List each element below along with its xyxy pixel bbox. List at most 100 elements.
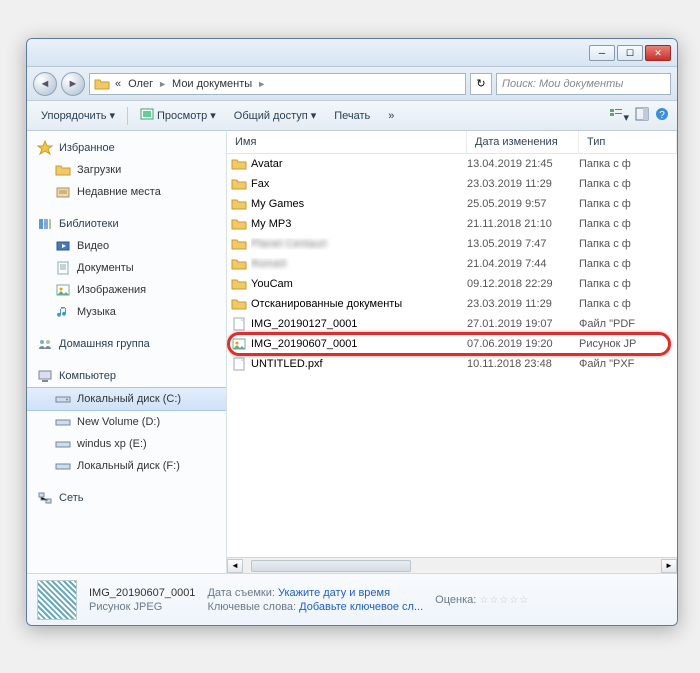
address-bar[interactable]: « Олег ► Мои документы ► [89,73,466,95]
file-name: YouCam [251,278,467,290]
file-type: Папка с ф [579,178,677,190]
preview-button[interactable]: Просмотр▾ [134,104,222,127]
file-date: 10.11.2018 23:48 [467,358,579,370]
details-date-label: Дата съемки: [207,587,274,599]
breadcrumb-part[interactable]: Мои документы [170,78,254,90]
sidebar-item-pictures[interactable]: Изображения [27,279,226,301]
column-name[interactable]: Имя [227,131,467,153]
breadcrumb-part[interactable]: Олег [126,78,155,90]
documents-icon [55,260,71,276]
file-name: IMG_20190607_0001 [251,338,467,350]
sidebar-item-documents[interactable]: Документы [27,257,226,279]
file-type: Папка с ф [579,278,677,290]
file-date: 23.03.2019 11:29 [467,178,579,190]
scroll-right-button[interactable]: ► [661,559,677,573]
file-pane: Имя Дата изменения Тип Avatar13.04.2019 … [227,131,677,573]
file-row[interactable]: RomeII21.04.2019 7:44Папка с ф [227,254,677,274]
column-date[interactable]: Дата изменения [467,131,579,153]
scroll-left-button[interactable]: ◄ [227,559,243,573]
star-icon [37,140,53,156]
search-input[interactable]: Поиск: Мои документы [496,73,671,95]
file-type: Файл "PXF [579,358,677,370]
drive-icon [55,458,71,474]
file-name: Отсканированные документы [251,298,467,310]
view-options-button[interactable]: ▾ [609,107,629,124]
separator [127,107,128,125]
sidebar-item-videos[interactable]: Видео [27,235,226,257]
file-row[interactable]: My MP321.11.2018 21:10Папка с ф [227,214,677,234]
file-name: RomeII [251,258,467,270]
more-button[interactable]: » [382,107,400,125]
maximize-button[interactable]: ☐ [617,45,643,61]
drive-icon [55,391,71,407]
file-type: Папка с ф [579,218,677,230]
file-type: Рисунок JP [579,338,677,350]
back-button[interactable]: ◄ [33,72,57,96]
chevron-right-icon: ► [158,79,167,89]
preview-pane-button[interactable] [635,107,649,124]
details-keywords-value[interactable]: Добавьте ключевое сл... [299,601,423,613]
sidebar-item-downloads[interactable]: Загрузки [27,159,226,181]
sidebar-item-recent[interactable]: Недавние места [27,181,226,203]
details-rating-value[interactable]: ☆☆☆☆☆ [479,595,529,606]
file-type: Папка с ф [579,298,677,310]
sidebar-favorites[interactable]: Избранное [27,137,226,159]
help-button[interactable]: ? [655,107,669,124]
file-type: Папка с ф [579,158,677,170]
forward-button[interactable]: ► [61,72,85,96]
print-button[interactable]: Печать [328,107,376,125]
file-row[interactable]: IMG_20190607_000107.06.2019 19:20Рисунок… [227,334,677,354]
sidebar: Избранное Загрузки Недавние места Библио… [27,131,227,573]
close-button[interactable]: ✕ [645,45,671,61]
sidebar-item-drive-d[interactable]: New Volume (D:) [27,411,226,433]
file-date: 09.12.2018 22:29 [467,278,579,290]
details-date-value[interactable]: Укажите дату и время [278,587,390,599]
file-row[interactable]: Avatar13.04.2019 21:45Папка с ф [227,154,677,174]
titlebar: ─ ☐ ✕ [27,39,677,67]
sidebar-item-drive-f[interactable]: Локальный диск (F:) [27,455,226,477]
minimize-button[interactable]: ─ [589,45,615,61]
file-row[interactable]: YouCam09.12.2018 22:29Папка с ф [227,274,677,294]
sidebar-item-music[interactable]: Музыка [27,301,226,323]
file-name: Fax [251,178,467,190]
file-date: 21.04.2019 7:44 [467,258,579,270]
share-button[interactable]: Общий доступ▾ [228,106,322,125]
refresh-button[interactable]: ↻ [470,73,492,95]
preview-icon [140,107,154,124]
sidebar-item-drive-c[interactable]: Локальный диск (C:) [27,387,226,411]
organize-button[interactable]: Упорядочить▾ [35,106,121,125]
folder-icon [231,156,247,172]
sidebar-homegroup[interactable]: Домашняя группа [27,333,226,355]
file-row[interactable]: Fax23.03.2019 11:29Папка с ф [227,174,677,194]
horizontal-scrollbar[interactable]: ◄ ► [227,557,677,573]
file-date: 27.01.2019 19:07 [467,318,579,330]
recent-icon [55,184,71,200]
chevron-down-icon: ▾ [311,109,317,122]
file-name: My MP3 [251,218,467,230]
file-row[interactable]: Planet Centauri13.05.2019 7:47Папка с ф [227,234,677,254]
file-type: Папка с ф [579,238,677,250]
file-row[interactable]: IMG_20190127_000127.01.2019 19:07Файл "P… [227,314,677,334]
details-filetype: Рисунок JPEG [89,601,195,613]
details-rating-label: Оценка: [435,594,476,606]
file-row[interactable]: UNTITLED.pxf10.11.2018 23:48Файл "PXF [227,354,677,374]
folder-icon [55,162,71,178]
file-name: UNTITLED.pxf [251,358,467,370]
file-row[interactable]: Отсканированные документы23.03.2019 11:2… [227,294,677,314]
music-icon [55,304,71,320]
folder-icon [231,296,247,312]
file-date: 25.05.2019 9:57 [467,198,579,210]
file-row[interactable]: My Games25.05.2019 9:57Папка с ф [227,194,677,214]
file-list[interactable]: Avatar13.04.2019 21:45Папка с фFax23.03.… [227,154,677,557]
sidebar-item-drive-e[interactable]: windus xp (E:) [27,433,226,455]
drive-icon [55,436,71,452]
file-type: Файл "PDF [579,318,677,330]
video-icon [55,238,71,254]
column-type[interactable]: Тип [579,131,677,153]
folder-icon [231,276,247,292]
sidebar-libraries[interactable]: Библиотеки [27,213,226,235]
chevron-down-icon: ▾ [210,109,216,122]
sidebar-computer[interactable]: Компьютер [27,365,226,387]
scroll-thumb[interactable] [251,560,411,572]
sidebar-network[interactable]: Сеть [27,487,226,509]
